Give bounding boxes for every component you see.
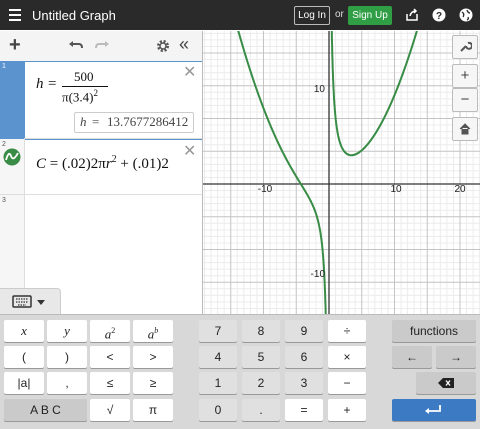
denominator-exponent: 2 bbox=[93, 88, 99, 98]
key-6[interactable]: 6 bbox=[285, 346, 323, 368]
term-exponent: 2 bbox=[111, 154, 117, 165]
key-0[interactable]: 0 bbox=[199, 399, 237, 421]
key-pi[interactable]: π bbox=[133, 399, 173, 421]
zoom-in-icon[interactable]: + bbox=[452, 64, 478, 88]
help-icon[interactable]: ? bbox=[432, 8, 446, 22]
y-tick-label: -10 bbox=[311, 269, 326, 280]
key-open-paren[interactable]: ( bbox=[4, 346, 44, 368]
term-2: (.01)2 bbox=[132, 156, 169, 172]
key-greater-than[interactable]: > bbox=[133, 346, 173, 368]
key-3[interactable]: 3 bbox=[285, 372, 323, 394]
key-decimal[interactable]: . bbox=[242, 399, 280, 421]
plus-sign: + bbox=[120, 156, 129, 172]
evaluation-equals: = bbox=[92, 114, 100, 129]
graph-canvas[interactable]: -10 10 20 10 -10 bbox=[203, 31, 480, 314]
key-plus[interactable]: + bbox=[328, 399, 366, 421]
key-7[interactable]: 7 bbox=[199, 320, 237, 342]
backspace-icon bbox=[438, 378, 454, 388]
signup-button[interactable]: Sign Up bbox=[348, 6, 392, 25]
delete-expression-2[interactable]: ✕ bbox=[183, 141, 196, 161]
major-grid bbox=[203, 31, 480, 314]
undo-icon[interactable] bbox=[68, 40, 84, 52]
collapse-icon[interactable]: « bbox=[179, 34, 189, 55]
key-1[interactable]: 1 bbox=[199, 372, 237, 394]
key-greater-equal[interactable]: ≥ bbox=[133, 372, 173, 394]
redo-icon[interactable] bbox=[94, 40, 110, 52]
key-9[interactable]: 9 bbox=[285, 320, 323, 342]
key-8[interactable]: 8 bbox=[242, 320, 280, 342]
key-comma[interactable]: , bbox=[47, 372, 87, 394]
home-icon[interactable] bbox=[452, 117, 478, 141]
enter-icon bbox=[425, 405, 441, 414]
fraction-denominator: π(3.4)2 bbox=[62, 88, 98, 105]
pi-symbol: π bbox=[62, 89, 69, 105]
row-gutter-1[interactable] bbox=[0, 61, 24, 139]
add-icon[interactable]: + bbox=[9, 34, 21, 57]
or-label: or bbox=[335, 9, 344, 20]
key-multiply[interactable]: × bbox=[328, 346, 366, 368]
key-absolute[interactable]: |a| bbox=[4, 372, 44, 394]
key-close-paren[interactable]: ) bbox=[47, 346, 87, 368]
term-1: (.02)2π bbox=[61, 156, 106, 172]
key-y[interactable]: y bbox=[47, 320, 87, 342]
graph-style-icon[interactable] bbox=[3, 148, 21, 166]
x-tick-label: -10 bbox=[258, 184, 273, 195]
expression-row-3[interactable] bbox=[25, 195, 201, 287]
key-sqrt[interactable]: √ bbox=[90, 399, 130, 421]
globe-icon[interactable] bbox=[459, 8, 473, 22]
key-exponent: b bbox=[154, 326, 159, 335]
row-gutter-3[interactable] bbox=[0, 195, 25, 288]
share-icon[interactable] bbox=[405, 8, 419, 22]
key-a-squared[interactable]: a2 bbox=[90, 320, 130, 342]
settings-icon[interactable] bbox=[156, 39, 170, 53]
arrow-right-key[interactable]: → bbox=[436, 346, 476, 368]
enter-key[interactable] bbox=[392, 399, 476, 421]
key-2[interactable]: 2 bbox=[242, 372, 280, 394]
keyboard-toggle-button[interactable] bbox=[0, 288, 61, 315]
backspace-key[interactable] bbox=[416, 372, 476, 394]
key-a-power-b[interactable]: ab bbox=[133, 320, 173, 342]
key-5[interactable]: 5 bbox=[242, 346, 280, 368]
denominator-base: (3.4) bbox=[68, 89, 94, 105]
svg-text:?: ? bbox=[436, 11, 442, 22]
keyboard-icon bbox=[12, 295, 45, 308]
key-less-equal[interactable]: ≤ bbox=[90, 372, 130, 394]
row-number: 1 bbox=[2, 63, 6, 70]
graph-title[interactable]: Untitled Graph bbox=[32, 8, 116, 23]
fraction-numerator: 500 bbox=[74, 69, 94, 84]
x-tick-label: 10 bbox=[390, 184, 402, 195]
y-tick-label: 10 bbox=[314, 84, 326, 95]
key-x[interactable]: x bbox=[4, 320, 44, 342]
equals-sign: = bbox=[49, 156, 59, 172]
zoom-out-icon[interactable]: − bbox=[452, 88, 478, 112]
key-minus[interactable]: − bbox=[328, 372, 366, 394]
delete-expression-1[interactable]: ✕ bbox=[183, 62, 196, 82]
row-number: 2 bbox=[2, 141, 6, 148]
expression-row-2[interactable]: C = (.02)2πr2 + (.01)2 bbox=[36, 154, 178, 173]
minor-grid bbox=[203, 31, 480, 314]
arrow-left-key[interactable]: ← bbox=[392, 346, 432, 368]
panel-divider bbox=[202, 31, 203, 314]
key-equals[interactable]: = bbox=[285, 399, 323, 421]
evaluation-label: h bbox=[80, 114, 87, 129]
key-exponent: 2 bbox=[111, 326, 116, 335]
menu-icon[interactable] bbox=[9, 9, 21, 21]
key-divide[interactable]: ÷ bbox=[328, 320, 366, 342]
fraction-bar bbox=[62, 86, 108, 87]
row-separator bbox=[24, 138, 202, 139]
expression-lhs: h bbox=[36, 76, 44, 92]
key-4[interactable]: 4 bbox=[199, 346, 237, 368]
functions-button[interactable]: functions bbox=[392, 320, 476, 342]
row-number: 3 bbox=[2, 197, 6, 204]
cost-variable: C bbox=[36, 156, 47, 172]
evaluation-value: 13.7677286412 bbox=[107, 114, 189, 129]
cost-curve[interactable] bbox=[228, 31, 428, 314]
key-abc[interactable]: A B C bbox=[4, 399, 87, 421]
key-less-than[interactable]: < bbox=[90, 346, 130, 368]
equals-sign: = bbox=[48, 76, 57, 92]
x-tick-label: 20 bbox=[454, 184, 466, 195]
wrench-icon[interactable] bbox=[452, 35, 478, 59]
login-button[interactable]: Log In bbox=[294, 6, 330, 25]
